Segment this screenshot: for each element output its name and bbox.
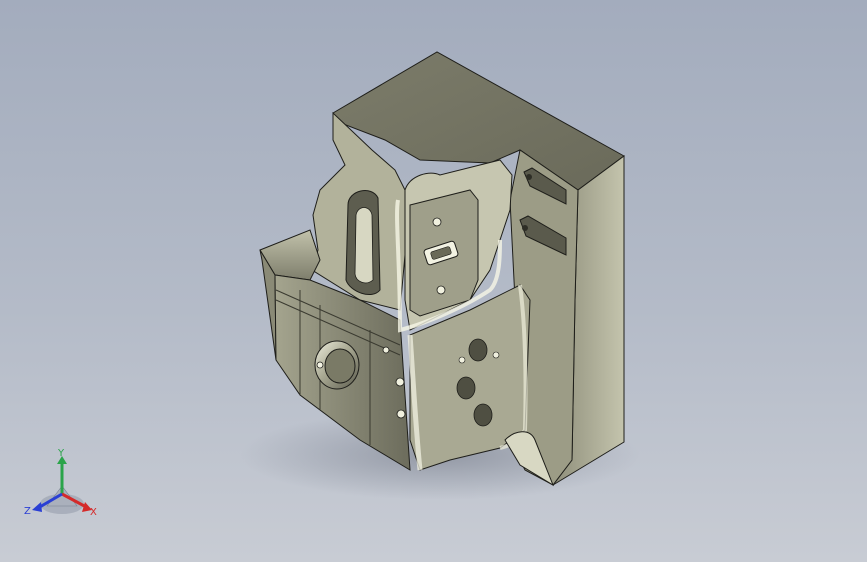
small-hole bbox=[436, 285, 446, 295]
large-hole bbox=[468, 338, 488, 362]
coordinate-triad[interactable]: Y X Z bbox=[22, 446, 106, 526]
small-hole bbox=[492, 351, 500, 359]
slot-hole-upper bbox=[526, 174, 532, 180]
3d-part-model[interactable] bbox=[0, 0, 867, 562]
small-hole bbox=[458, 356, 466, 364]
large-hole bbox=[456, 376, 476, 400]
boss-face bbox=[324, 348, 356, 384]
small-hole bbox=[432, 217, 442, 227]
slot-hole-lower bbox=[522, 225, 528, 231]
triad-x-label: X bbox=[90, 507, 97, 518]
small-hole bbox=[316, 361, 324, 369]
large-hole bbox=[473, 403, 493, 427]
small-hole bbox=[382, 346, 390, 354]
triad-y-label: Y bbox=[57, 448, 65, 459]
triad-z-label: Z bbox=[24, 506, 31, 517]
window-inner bbox=[354, 207, 374, 284]
small-hole bbox=[396, 409, 406, 419]
triad-z-arrow-icon bbox=[32, 502, 42, 512]
small-hole bbox=[395, 377, 405, 387]
graphics-viewport[interactable]: Y X Z bbox=[0, 0, 867, 562]
